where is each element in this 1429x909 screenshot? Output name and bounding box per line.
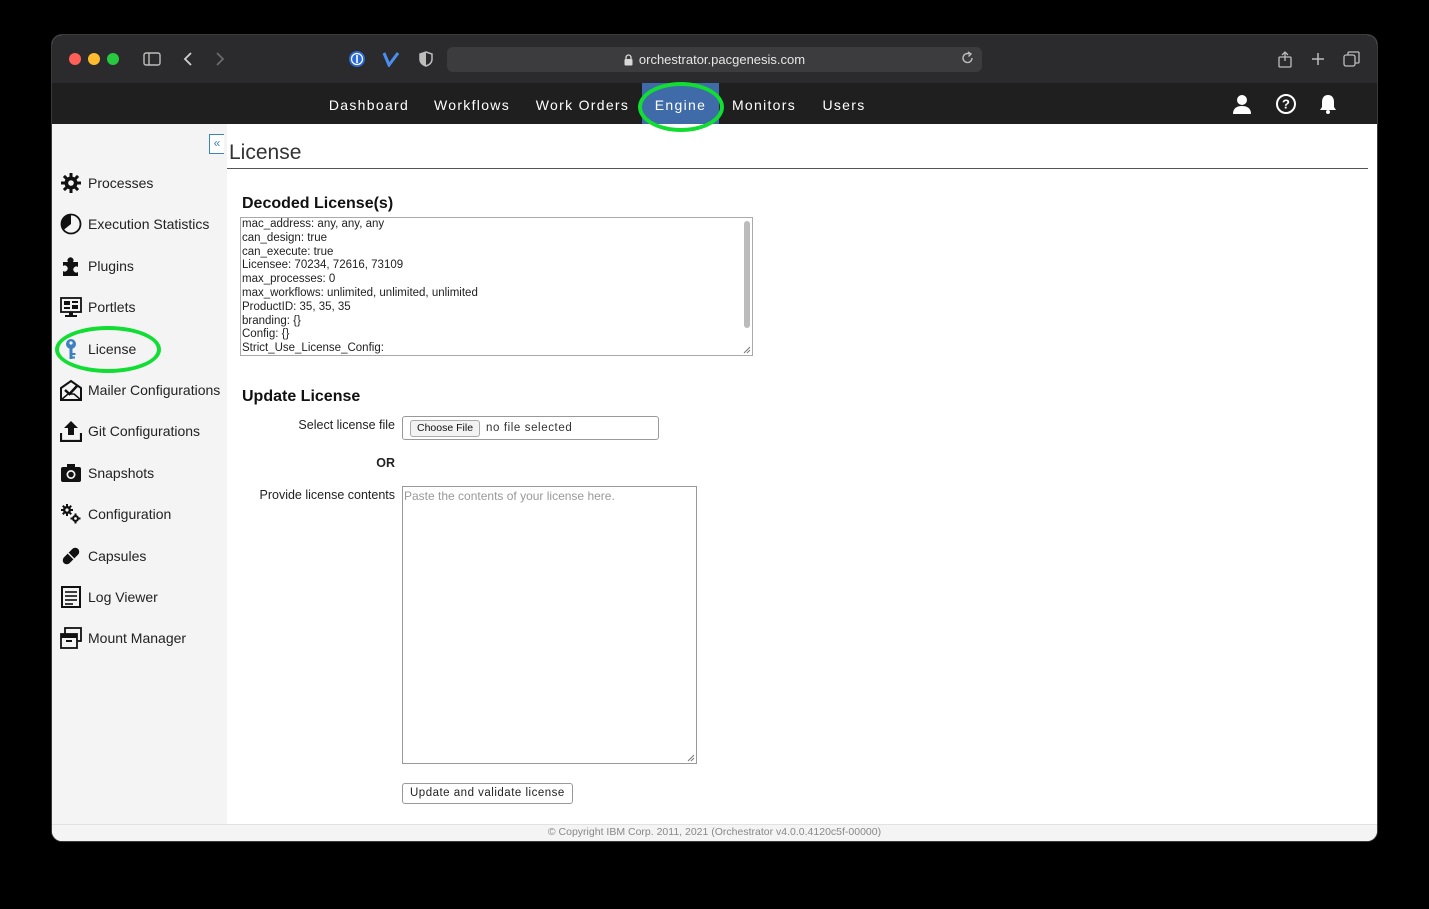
collapse-sidebar-button[interactable]: « [209,134,224,154]
no-file-text: no file selected [486,422,573,434]
or-separator: OR [376,456,395,470]
sidebar-item-label: License [88,341,137,357]
zoom-window-button[interactable] [107,53,119,65]
svg-text:?: ? [1282,97,1290,112]
sidebar-item-configuration[interactable]: Configuration [60,500,171,528]
sidebar-toggle-icon[interactable] [141,47,163,71]
resize-grip-icon[interactable] [743,346,751,354]
sidebar-item-label: Portlets [88,299,136,315]
sidebar-item-label: Git Configurations [88,423,201,439]
decoded-line: Config: {} [242,328,290,341]
app-nav-bar: Dashboard Workflows Work Orders Engine M… [52,83,1377,124]
address-bar[interactable]: orchestrator.pacgenesis.com [447,47,982,72]
forward-icon[interactable] [210,47,230,71]
sidebar-item-label: Execution Statistics [88,216,210,232]
nav-dashboard[interactable]: Dashboard [317,83,421,124]
share-icon[interactable] [1275,47,1295,71]
sidebar-item-mailer-configurations[interactable]: Mailer Configurations [60,376,220,404]
decoded-line: branding: {} [242,314,301,327]
close-window-button[interactable] [69,53,81,65]
sidebar-item-portlets[interactable]: Portlets [60,293,135,321]
nav-work-orders[interactable]: Work Orders [529,83,636,124]
nav-workflows[interactable]: Workflows [425,83,519,124]
back-icon[interactable] [178,47,198,71]
decoded-line: ProductID: 35, 35, 35 [242,300,351,313]
sidebar-item-label: Mailer Configurations [88,382,221,398]
title-divider [227,168,1368,169]
sidebar-item-execution-statistics[interactable]: Execution Statistics [60,210,209,238]
decoded-line: can_design: true [242,231,328,244]
url-text: orchestrator.pacgenesis.com [638,52,806,67]
sidebar-item-mount-manager[interactable]: Mount Manager [60,624,186,652]
resize-grip-icon[interactable] [687,754,695,762]
sidebar-item-license[interactable]: License [60,335,136,363]
decoded-line: max_workflows: unlimited, unlimited, unl… [242,286,478,299]
sidebar-item-plugins[interactable]: Plugins [60,252,134,280]
sidebar-item-capsules[interactable]: Capsules [60,542,146,570]
footer-copyright: © Copyright IBM Corp. 2011, 2021 (Orches… [52,824,1377,841]
sidebar-item-label: Capsules [88,548,147,564]
license-contents-placeholder: Paste the contents of your license here. [404,489,615,503]
license-file-input[interactable]: Choose File no file selected [402,416,659,440]
password-manager-icon[interactable] [347,47,367,71]
decoded-license-textarea[interactable]: mac_address: any, any, any can_design: t… [240,217,753,356]
sidebar-item-label: Configuration [88,506,172,522]
extension-v-icon[interactable] [381,47,401,71]
update-license-heading: Update License [242,388,361,405]
decoded-line: can_execute: true [242,245,334,258]
license-contents-textarea[interactable]: Paste the contents of your license here. [402,486,697,764]
decoded-license-heading: Decoded License(s) [242,195,394,212]
puzzle-icon [60,255,82,277]
sidebar-item-label: Processes [88,175,154,191]
lock-icon [624,53,633,65]
sidebar-item-label: Snapshots [88,465,155,481]
camera-icon [60,462,82,484]
nav-users[interactable]: Users [815,83,873,124]
gear-icon [60,172,82,194]
choose-file-button[interactable]: Choose File [410,419,481,437]
select-file-label: Select license file [298,418,395,432]
sidebar-item-label: Mount Manager [88,630,187,646]
sidebar-item-git-configurations[interactable]: Git Configurations [60,417,200,445]
decoded-line: Licensee: 70234, 72616, 73109 [242,259,404,272]
minimize-window-button[interactable] [88,53,100,65]
bell-icon[interactable] [1317,93,1339,115]
log-icon [60,586,82,608]
key-icon [60,338,82,360]
page-title: License [229,141,302,164]
sidebar-item-log-viewer[interactable]: Log Viewer [60,583,158,611]
reload-icon[interactable] [961,51,974,68]
help-icon[interactable]: ? [1275,93,1297,115]
user-icon[interactable] [1231,93,1253,115]
main-content: License Decoded License(s) mac_address: … [227,124,1377,824]
browser-toolbar: orchestrator.pacgenesis.com [52,35,1377,84]
nav-monitors[interactable]: Monitors [724,83,804,124]
decoded-line: max_processes: 0 [242,273,336,286]
upload-icon [60,420,82,442]
license-contents-label: Provide license contents [259,488,396,502]
scrollbar-thumb[interactable] [744,221,750,328]
capsule-icon [60,545,82,567]
tab-overview-icon[interactable] [1341,47,1361,71]
sidebar-item-snapshots[interactable]: Snapshots [60,459,154,487]
mail-icon [60,379,82,401]
gears-icon [60,503,82,525]
pie-chart-icon [60,213,82,235]
monitor-icon [60,296,82,318]
nav-engine[interactable]: Engine [642,83,719,124]
sidebar-item-processes[interactable]: Processes [60,169,153,197]
sidebar-item-label: Log Viewer [88,589,158,605]
decoded-line: mac_address: any, any, any [242,218,385,230]
new-tab-icon[interactable] [1308,47,1328,71]
privacy-shield-icon[interactable] [416,47,436,71]
sidebar: « Processes Execution Statistics Plugins… [52,124,227,841]
sidebar-item-label: Plugins [88,258,134,274]
browser-window: orchestrator.pacgenesis.com Dashboard Wo… [52,35,1377,841]
archive-icon [60,627,82,649]
update-validate-license-button[interactable]: Update and validate license [402,783,573,804]
decoded-line: Strict_Use_License_Config: [242,342,384,355]
